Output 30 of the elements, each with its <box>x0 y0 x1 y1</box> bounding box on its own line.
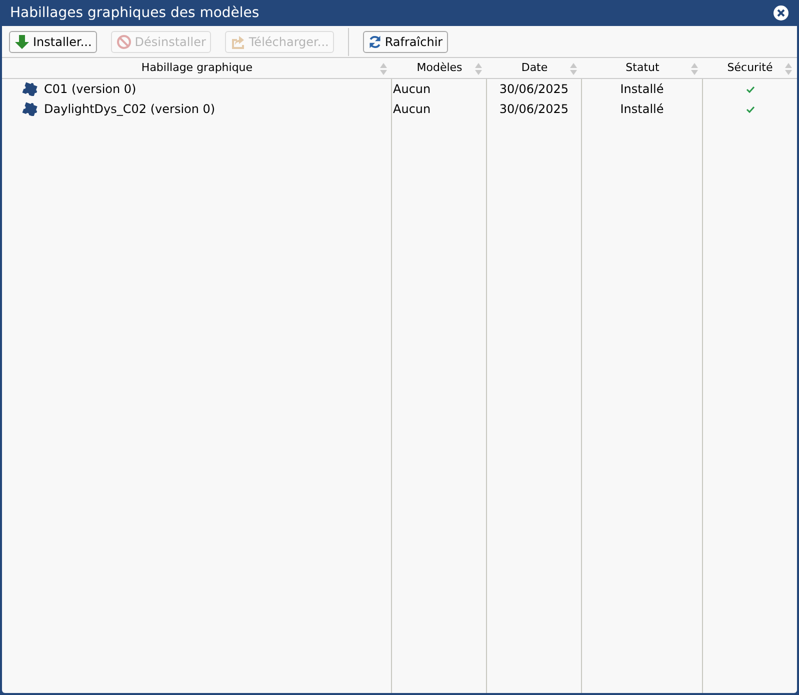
close-icon[interactable] <box>773 5 789 21</box>
share-icon <box>230 34 246 50</box>
column-header[interactable]: Sécurité <box>703 59 797 78</box>
column-header[interactable]: Habillage graphique <box>2 59 392 78</box>
column-header[interactable]: Modèles <box>392 59 487 78</box>
prohibited-icon <box>116 34 132 50</box>
models-cell-text: Aucun <box>393 81 431 98</box>
table-row[interactable]: C01 (version 0) <box>2 79 391 99</box>
skin-name: C01 (version 0) <box>44 81 136 98</box>
sort-icon[interactable] <box>380 63 387 75</box>
skin-name: DaylightDys_C02 (version 0) <box>44 101 216 118</box>
status-cell-text: Installé <box>620 81 664 98</box>
install-button[interactable]: Installer... <box>9 30 97 52</box>
sort-icon[interactable] <box>570 63 577 75</box>
column-header[interactable]: Date <box>487 59 582 78</box>
sort-icon[interactable] <box>785 63 792 75</box>
sort-icon[interactable] <box>475 63 482 75</box>
table-row[interactable]: DaylightDys_C02 (version 0) <box>2 99 391 119</box>
models-cell-text: Aucun <box>393 101 431 118</box>
window-title: Habillages graphiques des modèles <box>10 4 260 22</box>
down-arrow-icon <box>14 34 30 50</box>
puzzle-icon <box>22 102 38 116</box>
sort-icon[interactable] <box>691 63 698 75</box>
puzzle-icon <box>22 82 38 96</box>
refresh-icon <box>368 34 382 48</box>
date-cell-text: 30/06/2025 <box>499 81 569 98</box>
status-cell-text: Installé <box>620 101 664 118</box>
date-cell-text: 30/06/2025 <box>499 101 569 118</box>
refresh-button[interactable]: Rafraîchir <box>362 30 448 52</box>
column-header[interactable]: Statut <box>582 59 703 78</box>
